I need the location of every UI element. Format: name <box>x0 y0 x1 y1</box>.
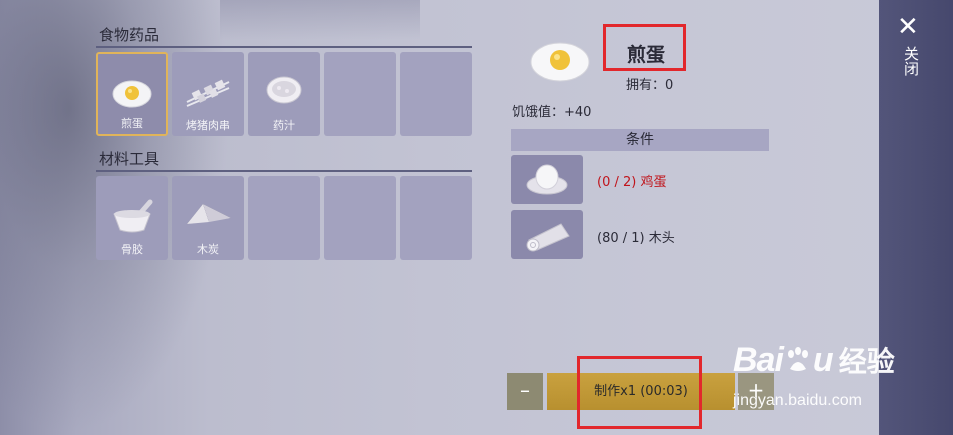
recipe-slot-skewer[interactable]: 烤猪肉串 <box>172 52 244 136</box>
owned-count: 拥有：0 <box>626 78 674 93</box>
paw-icon <box>783 345 813 379</box>
decrease-quantity-button[interactable]: – <box>507 373 543 410</box>
potion-bowl-icon <box>264 74 304 112</box>
highlight-box-craft <box>577 356 702 429</box>
material-wood-text: (80 / 1) 木头 <box>597 231 675 246</box>
watermark-cn: 经验 <box>838 345 895 378</box>
fried-egg-icon <box>110 76 154 114</box>
mortar-icon <box>110 198 154 240</box>
recipe-label: 煎蛋 <box>121 117 143 130</box>
conditions-header: 条件 <box>511 129 769 151</box>
background-art-top <box>220 0 420 40</box>
watermark-logo-tail: u <box>812 341 834 379</box>
empty-slot <box>324 52 396 136</box>
section-divider <box>96 170 472 172</box>
material-egg-text: (0 / 2) 鸡蛋 <box>597 175 667 190</box>
recipe-label: 骨胶 <box>121 243 143 256</box>
charcoal-icon <box>181 198 235 234</box>
empty-slot <box>400 52 472 136</box>
close-label[interactable]: 关闭 <box>899 46 920 76</box>
hunger-value: 饥饿值：+40 <box>512 105 592 120</box>
highlight-box-title <box>603 24 686 71</box>
category-title-food: 食物药品 <box>99 26 160 44</box>
section-divider <box>96 46 472 48</box>
log-icon <box>523 218 573 256</box>
close-icon[interactable]: ✕ <box>897 12 919 42</box>
empty-slot <box>324 176 396 260</box>
egg-nest-icon <box>524 161 570 201</box>
category-title-materials: 材料工具 <box>99 150 160 168</box>
baidu-watermark: Bai u 经验 <box>733 340 895 380</box>
recipe-label: 烤猪肉串 <box>186 119 230 132</box>
recipe-slot-charcoal[interactable]: 木炭 <box>172 176 244 260</box>
empty-slot <box>248 176 320 260</box>
recipe-slot-fried-egg[interactable]: 煎蛋 <box>96 52 168 136</box>
recipe-slot-potion[interactable]: 药汁 <box>248 52 320 136</box>
watermark-url: jingyan.baidu.com <box>733 392 862 409</box>
recipe-label: 木炭 <box>197 243 219 256</box>
skewer-icon <box>183 74 233 112</box>
material-slot-wood[interactable] <box>511 210 583 259</box>
recipe-slot-bone-glue[interactable]: 骨胶 <box>96 176 168 260</box>
material-slot-egg[interactable] <box>511 155 583 204</box>
empty-slot <box>400 176 472 260</box>
detail-fried-egg-icon <box>528 38 592 88</box>
recipe-label: 药汁 <box>273 119 295 132</box>
watermark-logo: Bai <box>733 341 784 379</box>
